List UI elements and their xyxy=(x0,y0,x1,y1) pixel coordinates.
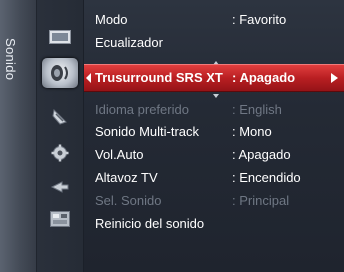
application-icon[interactable] xyxy=(45,206,75,232)
menu-item-multitrack-sound[interactable]: Sonido Multi-track : Mono xyxy=(86,122,344,142)
menu-item-auto-volume[interactable]: Vol.Auto : Apagado xyxy=(86,145,344,165)
menu-item-tv-speaker[interactable]: Altavoz TV : Encendido xyxy=(86,168,344,188)
menu-item-mode[interactable]: Modo : Favorito xyxy=(86,10,344,30)
sound-icon[interactable] xyxy=(42,58,78,88)
menu-item-value: : Apagado xyxy=(232,70,296,85)
menu-caption-bar: Sonido xyxy=(0,0,37,272)
menu-item-value: : Favorito xyxy=(232,12,287,27)
sound-menu-osd: Sonido Modo: Favorito Ecualizador Trusu… xyxy=(0,0,344,272)
menu-item-label: Vol.Auto xyxy=(95,147,144,162)
menu-item-value: : Principal xyxy=(232,193,290,208)
menu-item-value: : Encendido xyxy=(232,170,301,185)
picture-icon[interactable] xyxy=(45,24,75,50)
input-icon[interactable] xyxy=(45,174,75,200)
menu-item-value: : Apagado xyxy=(232,147,291,162)
sound-menu-list: Modo : Favorito Ecualizador Trusurround … xyxy=(84,0,344,272)
scroll-down-icon xyxy=(213,94,219,98)
menu-item-label: Altavoz TV xyxy=(95,170,158,185)
menu-item-label: Idioma preferido xyxy=(95,102,189,117)
menu-item-label: Sonido Multi-track xyxy=(95,124,200,139)
menu-item-label: Reinicio del sonido xyxy=(95,216,205,231)
arrow-right-icon xyxy=(331,73,338,83)
pointer-left-icon xyxy=(86,73,91,83)
menu-item-sound-reset[interactable]: Reinicio del sonido xyxy=(86,214,344,234)
menu-item-label: Ecualizador xyxy=(95,35,163,50)
menu-item-sound-select: Sel. Sonido : Principal xyxy=(86,191,344,211)
menu-item-preferred-language: Idioma preferido : English xyxy=(86,100,344,120)
menu-item-trusurround[interactable]: Trusurround SRS XT : Apagado xyxy=(84,64,344,92)
menu-item-value: : Mono xyxy=(232,124,272,139)
category-icon-column xyxy=(37,0,84,272)
menu-item-label: Modo xyxy=(95,12,128,27)
menu-item-label: Sel. Sonido xyxy=(95,193,162,208)
menu-item-value: : English xyxy=(232,102,282,117)
setup-icon[interactable] xyxy=(45,140,75,166)
menu-item-equalizer[interactable]: Ecualizador xyxy=(86,33,344,53)
menu-item-label: Trusurround SRS XT xyxy=(95,70,223,85)
channel-icon[interactable] xyxy=(45,104,75,130)
menu-caption: Sonido xyxy=(3,38,18,81)
